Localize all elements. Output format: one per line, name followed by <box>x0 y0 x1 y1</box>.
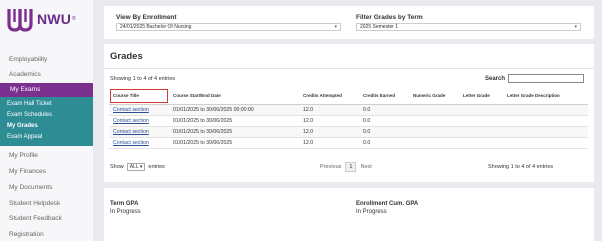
letter-grade-cell <box>459 104 503 116</box>
grades-title: Grades <box>110 51 143 62</box>
page-length-select[interactable]: ALL ▾ <box>126 163 146 171</box>
sidebar-item-student-feedback[interactable]: Student Feedback <box>9 215 62 222</box>
letter-grade-description-cell <box>503 126 588 138</box>
column-header-credits-attempted[interactable]: Credits Attempted <box>299 88 359 105</box>
term-select[interactable]: 2025 Semester 1 ▾ <box>356 23 581 31</box>
credits-earned-cell: 0.0 <box>359 126 409 138</box>
term-gpa-value: In Progress <box>110 209 141 215</box>
letter-grade-cell <box>459 126 503 138</box>
brand-name: NWU <box>37 11 72 27</box>
column-header-letter-grade[interactable]: Letter Grade <box>459 88 503 105</box>
letter-grade-description-cell <box>503 137 588 149</box>
course-dates-cell: 01/01/2025 to 30/06/2025 00:00:00 <box>169 104 299 116</box>
submenu-item-exam-hall-ticket[interactable]: Exam Hall Ticket <box>7 101 52 107</box>
brand-registered-mark: ® <box>72 16 76 22</box>
pagination: Previous 1 Next <box>320 162 372 172</box>
sidebar-item-my-exams[interactable]: My Exams <box>0 83 93 97</box>
sidebar-item-academics[interactable]: Academics <box>9 71 41 78</box>
column-header-course-title[interactable]: Course Title <box>109 88 169 105</box>
page-length-control: Show ALL ▾ entries <box>110 163 165 171</box>
column-header-course-dates[interactable]: Course Start/End Date <box>169 88 299 105</box>
letter-grade-description-cell <box>503 115 588 127</box>
submenu-item-exam-appeal[interactable]: Exam Appeal <box>7 134 42 140</box>
gpa-panel: Term GPA In Progress Enrollment Cum. GPA… <box>104 188 594 241</box>
letter-grade-cell <box>459 137 503 149</box>
sidebar: NWU ® Employability Academics My Exams E… <box>0 0 93 241</box>
letter-grade-description-cell <box>503 104 588 116</box>
enrollment-select-value: 24/01/2025 Bachelor Of Nursing <box>120 24 192 30</box>
course-title-link[interactable]: Contact section <box>109 104 169 116</box>
numeric-grade-cell <box>409 137 459 149</box>
course-dates-cell: 01/01/2025 to 30/06/2025 <box>169 137 299 149</box>
enrollment-cum-gpa-label: Enrollment Cum. GPA <box>356 201 419 207</box>
table-row: Contact section 01/01/2025 to 30/06/2025… <box>109 104 588 116</box>
page-1-button[interactable]: 1 <box>345 162 357 172</box>
entries-info-bottom: Showing 1 to 4 of 4 entries <box>488 164 554 170</box>
chevron-down-icon: ▾ <box>139 164 143 170</box>
enrollment-select[interactable]: 24/01/2025 Bachelor Of Nursing ▾ <box>116 23 341 31</box>
entries-label: entries <box>148 164 165 170</box>
sidebar-item-my-documents[interactable]: My Documents <box>9 184 52 191</box>
credits-attempted-cell: 12.0 <box>299 126 359 138</box>
credits-earned-cell: 0.0 <box>359 115 409 127</box>
nwu-logo[interactable]: NWU ® <box>6 4 92 34</box>
credits-attempted-cell: 12.0 <box>299 115 359 127</box>
course-dates-cell: 01/01/2025 to 30/06/2025 <box>169 126 299 138</box>
table-row: Contact section 01/01/2025 to 30/06/2025… <box>109 137 588 149</box>
enrollment-cum-gpa-value: In Progress <box>356 209 387 215</box>
term-select-value: 2025 Semester 1 <box>360 24 399 30</box>
credits-earned-cell: 0.0 <box>359 137 409 149</box>
credits-attempted-cell: 12.0 <box>299 137 359 149</box>
exams-submenu: Exam Hall Ticket Exam Schedules My Grade… <box>0 97 93 146</box>
letter-grade-cell <box>459 115 503 127</box>
sidebar-item-my-profile[interactable]: My Profile <box>9 152 38 159</box>
enrollment-filter-label: View By Enrollment <box>116 14 177 21</box>
term-filter-label: Filter Grades by Term <box>356 14 423 21</box>
search-label: Search <box>485 76 506 82</box>
next-button[interactable]: Next <box>360 164 371 170</box>
grades-table: Course Title Course Start/End Date Credi… <box>109 88 588 149</box>
sidebar-item-employability[interactable]: Employability <box>9 56 47 63</box>
chevron-down-icon: ▾ <box>334 24 337 30</box>
page-length-value: ALL <box>129 164 139 170</box>
numeric-grade-cell <box>409 115 459 127</box>
numeric-grade-cell <box>409 126 459 138</box>
nwu-emblem-icon <box>7 9 33 32</box>
column-header-credits-earned[interactable]: Credits Earned <box>359 88 409 105</box>
term-gpa-label: Term GPA <box>110 201 139 207</box>
filter-panel: View By Enrollment 24/01/2025 Bachelor O… <box>104 6 594 39</box>
course-title-link[interactable]: Contact section <box>109 115 169 127</box>
column-header-letter-grade-description[interactable]: Letter Grade Description <box>503 88 588 105</box>
table-row: Contact section 01/01/2025 to 30/06/2025… <box>109 126 588 138</box>
show-label: Show <box>110 164 124 170</box>
chevron-down-icon: ▾ <box>574 24 577 30</box>
course-dates-cell: 01/01/2025 to 30/06/2025 <box>169 115 299 127</box>
table-row: Contact section 01/01/2025 to 30/06/2025… <box>109 115 588 127</box>
search-input[interactable] <box>508 74 584 83</box>
column-header-numeric-grade[interactable]: Numeric Grade <box>409 88 459 105</box>
course-title-link[interactable]: Contact section <box>109 126 169 138</box>
course-title-link[interactable]: Contact section <box>109 137 169 149</box>
sidebar-item-my-finances[interactable]: My Finances <box>9 168 46 175</box>
sidebar-item-student-helpdesk[interactable]: Student Helpdesk <box>9 200 60 207</box>
previous-button[interactable]: Previous <box>320 164 341 170</box>
credits-attempted-cell: 12.0 <box>299 104 359 116</box>
entries-info-top: Showing 1 to 4 of 4 entries <box>110 76 176 82</box>
submenu-item-exam-schedules[interactable]: Exam Schedules <box>7 112 52 118</box>
credits-earned-cell: 0.0 <box>359 104 409 116</box>
sidebar-item-registration[interactable]: Registration <box>9 231 44 238</box>
submenu-item-my-grades[interactable]: My Grades <box>7 123 38 129</box>
divider <box>104 68 594 69</box>
grades-panel: Grades Showing 1 to 4 of 4 entries Searc… <box>104 44 594 182</box>
table-header-row: Course Title Course Start/End Date Credi… <box>109 88 588 105</box>
numeric-grade-cell <box>409 104 459 116</box>
